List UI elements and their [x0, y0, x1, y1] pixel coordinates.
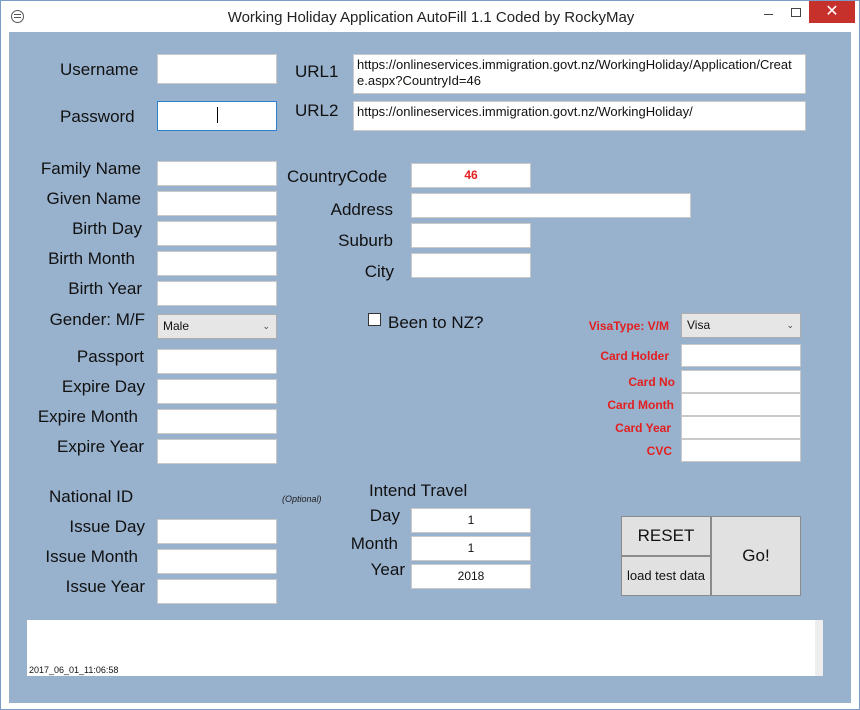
issue-day-input[interactable] — [157, 519, 277, 544]
family-name-label: Family Name — [40, 159, 141, 178]
birth-year-label: Birth Year — [68, 279, 142, 298]
passport-input[interactable] — [157, 349, 277, 374]
country-code-input[interactable]: 46 — [411, 163, 531, 188]
username-input[interactable] — [157, 54, 277, 84]
birth-month-label: Birth Month — [48, 249, 135, 268]
been-to-nz-label: Been to NZ? — [388, 313, 484, 332]
country-code-label: CountryCode — [287, 167, 388, 186]
given-name-label: Given Name — [46, 189, 141, 208]
national-id-label: National ID — [49, 487, 134, 506]
expire-day-label: Expire Day — [61, 377, 145, 396]
gender-select[interactable]: Male ⌄ — [157, 314, 277, 339]
close-button[interactable]: ✕ — [809, 1, 855, 23]
log-timestamp: 2017_06_01_11:06:58 — [29, 665, 119, 675]
suburb-input[interactable] — [411, 223, 531, 248]
travel-year-label: Year — [370, 560, 405, 579]
card-month-input[interactable] — [681, 393, 801, 416]
intend-travel-label: Intend Travel — [369, 481, 468, 500]
been-to-nz-checkbox[interactable] — [368, 313, 381, 326]
maximize-button[interactable] — [783, 1, 809, 23]
chevron-down-icon: ⌄ — [262, 321, 270, 331]
close-icon: ✕ — [825, 3, 839, 20]
url2-label: URL2 — [295, 101, 339, 120]
visa-type-label: VisaType: V/M — [588, 319, 669, 333]
password-label: Password — [60, 107, 135, 126]
expire-year-input[interactable] — [157, 439, 277, 464]
city-label: City — [364, 262, 394, 281]
optional-note: (Optional) — [282, 494, 322, 504]
given-name-input[interactable] — [157, 191, 277, 216]
url1-input[interactable]: https://onlineservices.immigration.govt.… — [353, 54, 806, 94]
cvc-label: CVC — [646, 444, 672, 458]
card-no-input[interactable] — [681, 370, 801, 393]
issue-year-input[interactable] — [157, 579, 277, 604]
issue-month-label: Issue Month — [45, 547, 138, 566]
travel-day-input[interactable]: 1 — [411, 508, 531, 533]
card-no-label: Card No — [628, 375, 675, 389]
minimize-button[interactable] — [753, 1, 783, 23]
family-name-input[interactable] — [157, 161, 277, 186]
form-panel: Username Password URL1 https://onlineser… — [9, 32, 851, 703]
gender-label: Gender: M/F — [49, 310, 145, 329]
issue-year-label: Issue Year — [65, 577, 145, 596]
visa-type-value: Visa — [687, 318, 711, 332]
expire-month-input[interactable] — [157, 409, 277, 434]
birth-year-input[interactable] — [157, 281, 277, 306]
window-title: Working Holiday Application AutoFill 1.1… — [227, 9, 635, 26]
issue-day-label: Issue Day — [69, 517, 145, 536]
url2-input[interactable]: https://onlineservices.immigration.govt.… — [353, 101, 806, 131]
visa-type-select[interactable]: Visa ⌄ — [681, 313, 801, 338]
card-month-label: Card Month — [607, 398, 674, 412]
gender-value: Male — [163, 319, 190, 333]
log-output[interactable]: 2017_06_01_11:06:58 — [27, 620, 823, 676]
expire-month-label: Expire Month — [37, 407, 138, 426]
reset-button[interactable]: RESET — [621, 516, 711, 556]
travel-year-input[interactable]: 2018 — [411, 564, 531, 589]
app-window: Working Holiday Application AutoFill 1.1… — [0, 0, 860, 710]
address-label: Address — [330, 200, 393, 219]
password-input[interactable] — [157, 101, 277, 131]
text-caret — [217, 107, 218, 123]
address-input[interactable] — [411, 193, 691, 218]
birth-day-input[interactable] — [157, 221, 277, 246]
url1-label: URL1 — [295, 62, 339, 81]
city-input[interactable] — [411, 253, 531, 278]
issue-month-input[interactable] — [157, 549, 277, 574]
chevron-down-icon: ⌄ — [786, 320, 794, 330]
travel-month-label: Month — [350, 534, 398, 553]
birth-day-label: Birth Day — [72, 219, 142, 238]
username-label: Username — [60, 60, 139, 79]
expire-year-label: Expire Year — [57, 437, 144, 456]
cvc-input[interactable] — [681, 439, 801, 462]
load-test-data-button[interactable]: load test data — [621, 556, 711, 596]
travel-month-input[interactable]: 1 — [411, 536, 531, 561]
card-year-input[interactable] — [681, 416, 801, 439]
birth-month-input[interactable] — [157, 251, 277, 276]
suburb-label: Suburb — [338, 231, 393, 250]
log-scrollbar[interactable] — [815, 620, 823, 676]
passport-label: Passport — [76, 347, 144, 366]
title-bar[interactable]: Working Holiday Application AutoFill 1.1… — [1, 1, 859, 32]
card-holder-label: Card Holder — [600, 349, 669, 363]
card-year-label: Card Year — [615, 421, 671, 435]
card-holder-input[interactable] — [681, 344, 801, 367]
expire-day-input[interactable] — [157, 379, 277, 404]
travel-day-label: Day — [369, 506, 400, 525]
go-button[interactable]: Go! — [711, 516, 801, 596]
